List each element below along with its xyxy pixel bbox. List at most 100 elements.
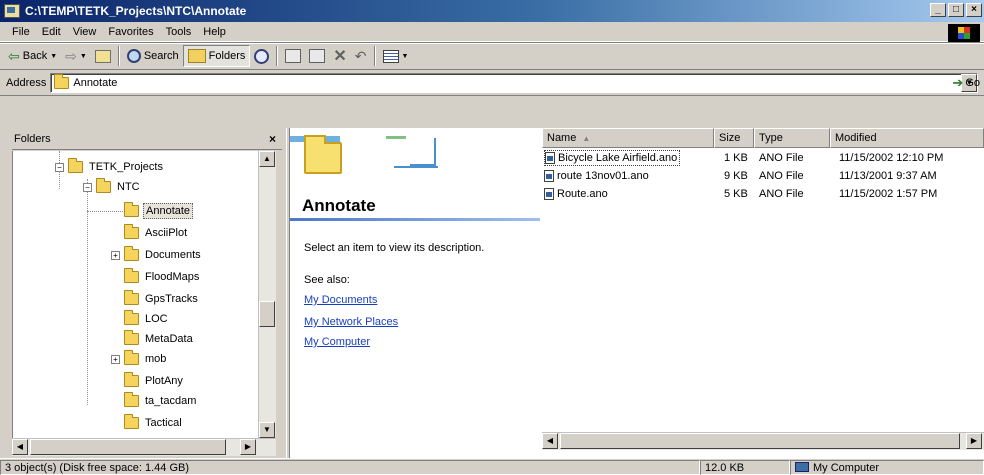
tree-item-asciiplot[interactable]: AsciiPlot (124, 223, 189, 243)
scroll-down-button[interactable]: ▼ (259, 422, 275, 438)
column-header-name[interactable]: Name ▲ (542, 128, 714, 148)
tree-item-loc[interactable]: LOC (124, 309, 170, 329)
link-my-documents[interactable]: My Documents (304, 294, 377, 306)
tree-item-ntc[interactable]: − NTC (83, 177, 142, 197)
back-label: Back (22, 50, 48, 62)
ano-file-icon (544, 170, 554, 182)
scroll-up-button[interactable]: ▲ (259, 151, 275, 167)
close-button[interactable]: × (966, 3, 982, 17)
collapse-icon[interactable]: − (83, 182, 92, 192)
chevron-down-icon[interactable]: ▼ (50, 53, 57, 60)
file-type: ANO File (759, 188, 804, 200)
address-field[interactable]: Annotate ▼ (50, 72, 979, 93)
folders-button[interactable]: Folders (182, 45, 251, 67)
tree-item-label: mob (145, 353, 167, 365)
menu-edit[interactable]: Edit (36, 23, 67, 41)
scrollbar-thumb[interactable] (30, 439, 226, 455)
scrollbar-thumb[interactable] (259, 301, 275, 327)
folder-icon (124, 310, 139, 325)
forward-button[interactable]: ⇨ ▼ (61, 45, 91, 67)
column-header-size[interactable]: Size (714, 128, 754, 148)
delete-button[interactable]: ✕ (329, 45, 350, 67)
views-button[interactable]: ▼ (379, 45, 413, 67)
file-size: 9 KB (724, 170, 748, 182)
file-list-horizontal-scrollbar[interactable]: ◀ ▶ (542, 432, 984, 450)
address-bar: Address Annotate ▼ (0, 70, 984, 96)
tree-item-tetk-projects[interactable]: − TETK_Projects (55, 157, 165, 177)
tree-item-mob[interactable]: + mob (111, 349, 168, 369)
history-icon (254, 48, 270, 64)
collapse-icon[interactable]: − (55, 162, 64, 172)
web-view-panel: Annotate Select an item to view its desc… (290, 128, 540, 432)
scroll-left-button[interactable]: ◀ (542, 433, 558, 449)
file-name-cell[interactable]: Route.ano (544, 186, 608, 202)
scroll-right-button[interactable]: ▶ (240, 439, 256, 455)
tree-item-gpstracks[interactable]: GpsTracks (124, 289, 200, 309)
link-my-computer[interactable]: My Computer (304, 336, 370, 348)
address-value[interactable]: Annotate (73, 77, 117, 89)
folder-banner-graphic (290, 128, 540, 188)
tree-item-metadata[interactable]: MetaData (124, 329, 195, 349)
folder-tree-horizontal-scrollbar[interactable]: ◀ ▶ (12, 438, 276, 456)
column-header-modified[interactable]: Modified (830, 128, 984, 148)
tree-item-label: GpsTracks (145, 293, 198, 305)
scrollbar-thumb[interactable] (560, 433, 960, 449)
expand-icon[interactable]: + (111, 354, 120, 364)
chevron-down-icon[interactable]: ▼ (402, 53, 409, 60)
history-button[interactable] (250, 45, 273, 67)
sort-ascending-icon: ▲ (582, 133, 591, 143)
tree-item-label: ta_tacdam (145, 395, 197, 407)
copy-to-icon (309, 49, 326, 63)
folder-tree-vertical-scrollbar[interactable]: ▲ ▼ (258, 151, 276, 438)
explorer-window-icon[interactable] (4, 4, 20, 18)
undo-button[interactable]: ↶ (351, 45, 371, 67)
folder-icon (96, 178, 111, 193)
folder-title: Annotate (302, 196, 376, 215)
copy-to-button[interactable] (305, 45, 329, 67)
my-computer-icon (795, 461, 809, 472)
minimize-button[interactable]: _ (930, 3, 946, 17)
file-name-cell[interactable]: Bicycle Lake Airfield.ano (544, 150, 681, 166)
menu-help[interactable]: Help (197, 23, 232, 41)
expand-icon[interactable]: + (111, 250, 120, 260)
file-row[interactable]: Route.ano 5 KB ANO File 11/15/2002 1:57 … (542, 186, 984, 202)
scroll-left-button[interactable]: ◀ (12, 439, 28, 455)
tree-item-plotany[interactable]: PlotAny (124, 371, 185, 391)
toolbar-separator (117, 46, 120, 66)
window-controls: _ □ × (930, 3, 982, 17)
forward-arrow-icon: ⇨ (65, 47, 77, 64)
menu-file[interactable]: File (6, 23, 36, 41)
close-pane-icon[interactable]: × (269, 132, 276, 146)
folder-icon (124, 350, 139, 365)
link-my-network-places[interactable]: My Network Places (304, 316, 398, 328)
column-header-type[interactable]: Type (754, 128, 830, 148)
tree-item-label: Tactical (145, 417, 182, 429)
file-row[interactable]: Bicycle Lake Airfield.ano 1 KB ANO File … (542, 150, 984, 166)
menu-favorites[interactable]: Favorites (102, 23, 159, 41)
tree-item-floodmaps[interactable]: FloodMaps (124, 267, 201, 287)
tree-item-ta-tacdam[interactable]: ta_tacdam (124, 391, 198, 411)
status-location: My Computer (790, 459, 984, 475)
search-button[interactable]: Search (123, 45, 183, 67)
ano-file-icon (545, 152, 555, 164)
file-name-cell[interactable]: route 13nov01.ano (544, 168, 649, 184)
menu-tools[interactable]: Tools (160, 23, 198, 41)
tree-item-tactical[interactable]: Tactical (124, 413, 184, 433)
up-button[interactable] (91, 45, 115, 67)
tree-item-label: NTC (117, 181, 140, 193)
tree-item-documents[interactable]: + Documents (111, 245, 203, 265)
chevron-down-icon[interactable]: ▼ (80, 53, 87, 60)
menu-view[interactable]: View (67, 23, 103, 41)
move-to-button[interactable] (281, 45, 305, 67)
tree-connector (87, 211, 127, 212)
file-row[interactable]: route 13nov01.ano 9 KB ANO File 11/13/20… (542, 168, 984, 184)
tree-item-annotate[interactable]: Annotate (124, 201, 194, 221)
maximize-button[interactable]: □ (948, 3, 964, 17)
tree-item-label: MetaData (145, 333, 193, 345)
back-arrow-icon: ⇦ (8, 47, 20, 64)
go-button[interactable]: ➔ Go (952, 73, 980, 93)
scroll-right-button[interactable]: ▶ (966, 433, 982, 449)
folder-icon (124, 224, 139, 239)
back-button[interactable]: ⇦ Back ▼ (4, 45, 61, 67)
tree-item-label: Documents (145, 249, 201, 261)
